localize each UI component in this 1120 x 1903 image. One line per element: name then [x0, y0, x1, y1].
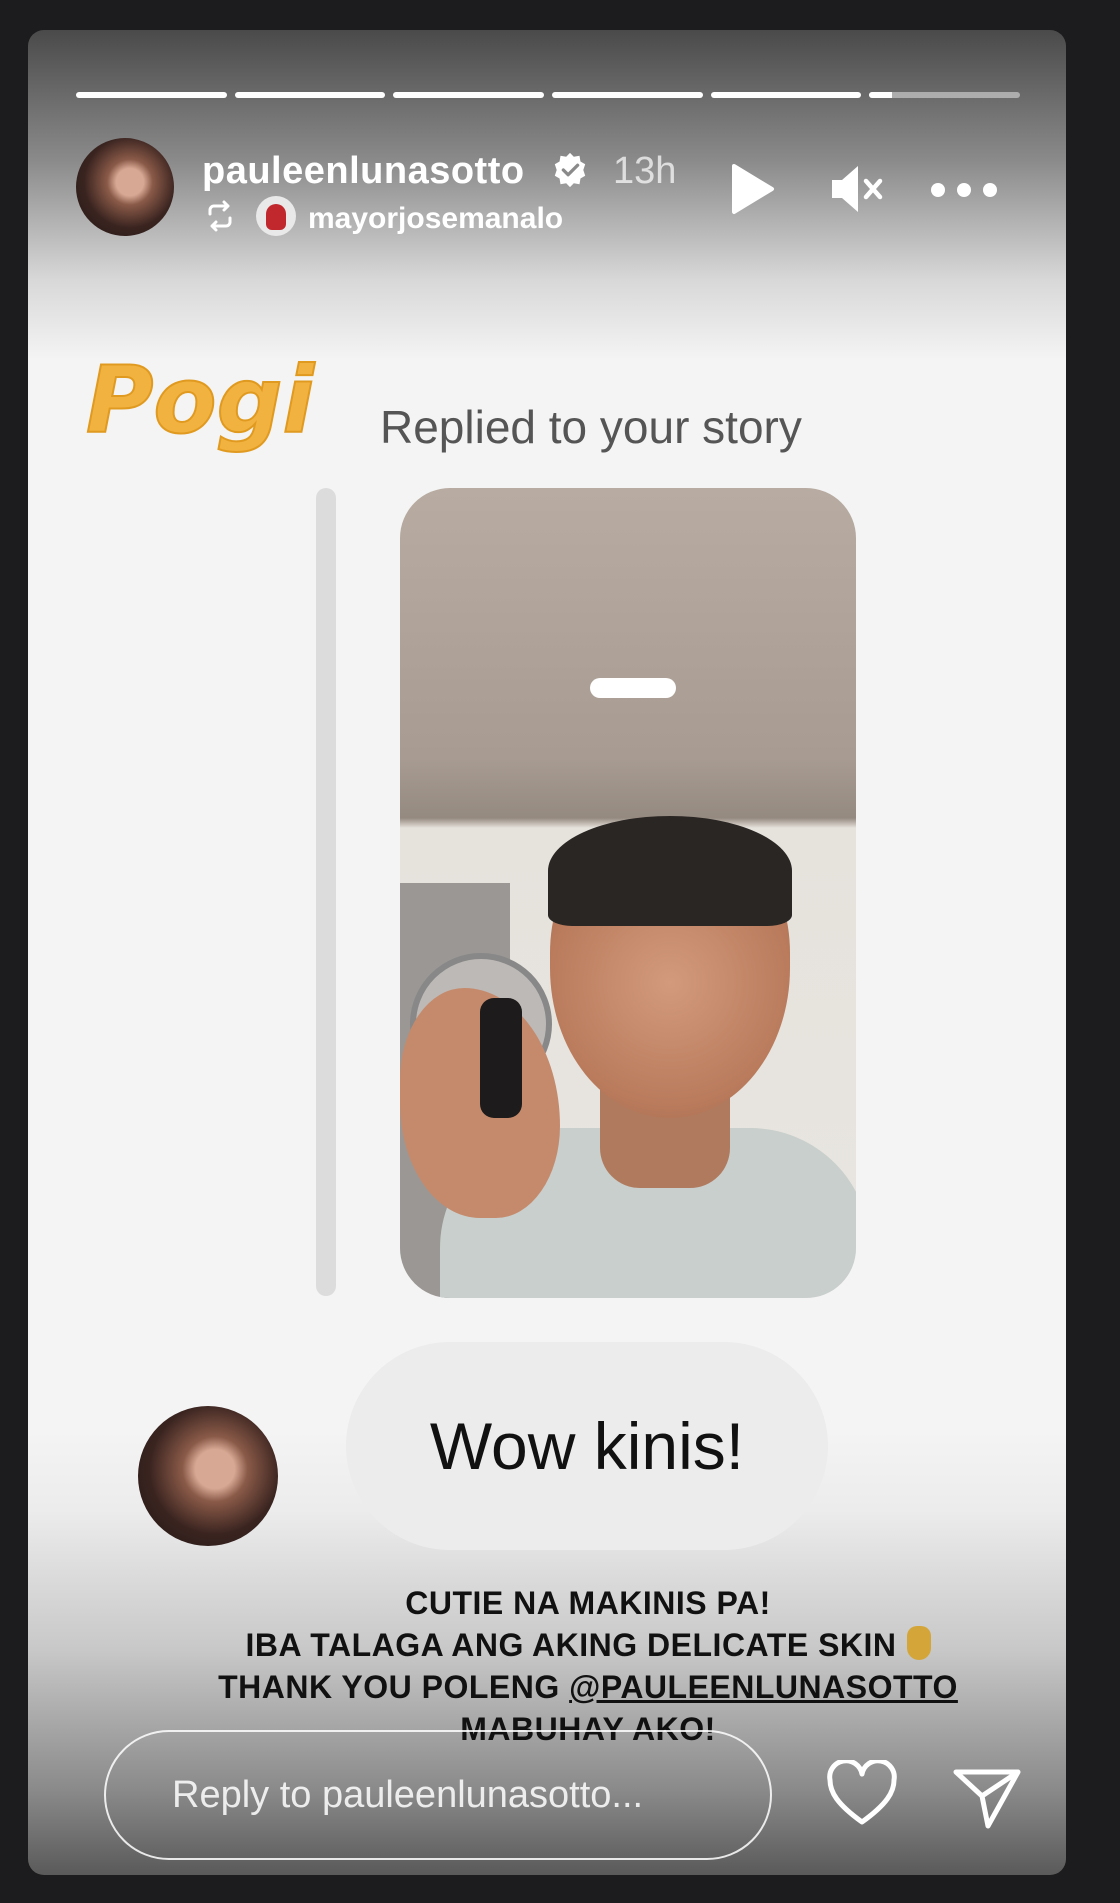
- reposted-username[interactable]: mayorjosemanalo: [308, 202, 563, 236]
- avatar[interactable]: [76, 138, 174, 236]
- progress-fill: [552, 92, 703, 98]
- reposted-user-avatar[interactable]: [256, 196, 296, 236]
- more-icon[interactable]: [928, 170, 1000, 210]
- thumbnail-sticker: [590, 678, 676, 698]
- reply-author-avatar[interactable]: [138, 1406, 278, 1546]
- replied-story-thumbnail[interactable]: [400, 488, 856, 1298]
- play-icon[interactable]: [728, 162, 776, 216]
- progress-fill: [393, 92, 545, 98]
- progress-segment: [552, 92, 703, 98]
- heart-icon[interactable]: [825, 1760, 899, 1830]
- progress-segment: [234, 92, 386, 98]
- money-bag-icon: [906, 1626, 931, 1660]
- phone-shape: [480, 998, 522, 1118]
- progress-segment: [869, 92, 1021, 98]
- reply-input[interactable]: [170, 1772, 734, 1818]
- story-caption: CUTIE NA MAKINIS PA! IBA TALAGA ANG AKIN…: [88, 1582, 1066, 1750]
- verified-icon: [554, 152, 586, 188]
- story-timestamp: 13h: [613, 150, 677, 192]
- mute-icon[interactable]: [828, 162, 884, 216]
- story-viewer: pauleenlunasotto 13h mayorjosemanalo Pog…: [28, 30, 1066, 1875]
- caption-line-2: IBA TALAGA ANG AKING DELICATE SKIN: [88, 1624, 1066, 1666]
- caption-line-3: THANK YOU POLENG @PAULEENLUNASOTTO: [218, 1669, 958, 1705]
- progress-fill: [869, 92, 892, 98]
- story-username[interactable]: pauleenlunasotto: [202, 150, 525, 193]
- repost-icon: [208, 200, 232, 232]
- message-text: Wow kinis!: [429, 1409, 745, 1483]
- progress-fill: [710, 92, 862, 98]
- caption-line-1: CUTIE NA MAKINIS PA!: [405, 1585, 771, 1621]
- progress-fill: [234, 92, 386, 98]
- quote-bar: [316, 488, 336, 1296]
- mention-link[interactable]: @PAULEENLUNASOTTO: [569, 1669, 958, 1705]
- message-bubble: Wow kinis!: [346, 1342, 828, 1550]
- progress-fill: [76, 92, 227, 98]
- story-progress: [76, 92, 1021, 98]
- progress-segment: [710, 92, 862, 98]
- pogi-sticker: Pogi: [85, 346, 316, 455]
- progress-segment: [76, 92, 227, 98]
- replied-label: Replied to your story: [380, 401, 802, 453]
- pogi-sticker-text: Pogi: [86, 347, 315, 454]
- reply-box[interactable]: [104, 1730, 772, 1860]
- progress-segment: [393, 92, 545, 98]
- send-icon[interactable]: [952, 1762, 1022, 1832]
